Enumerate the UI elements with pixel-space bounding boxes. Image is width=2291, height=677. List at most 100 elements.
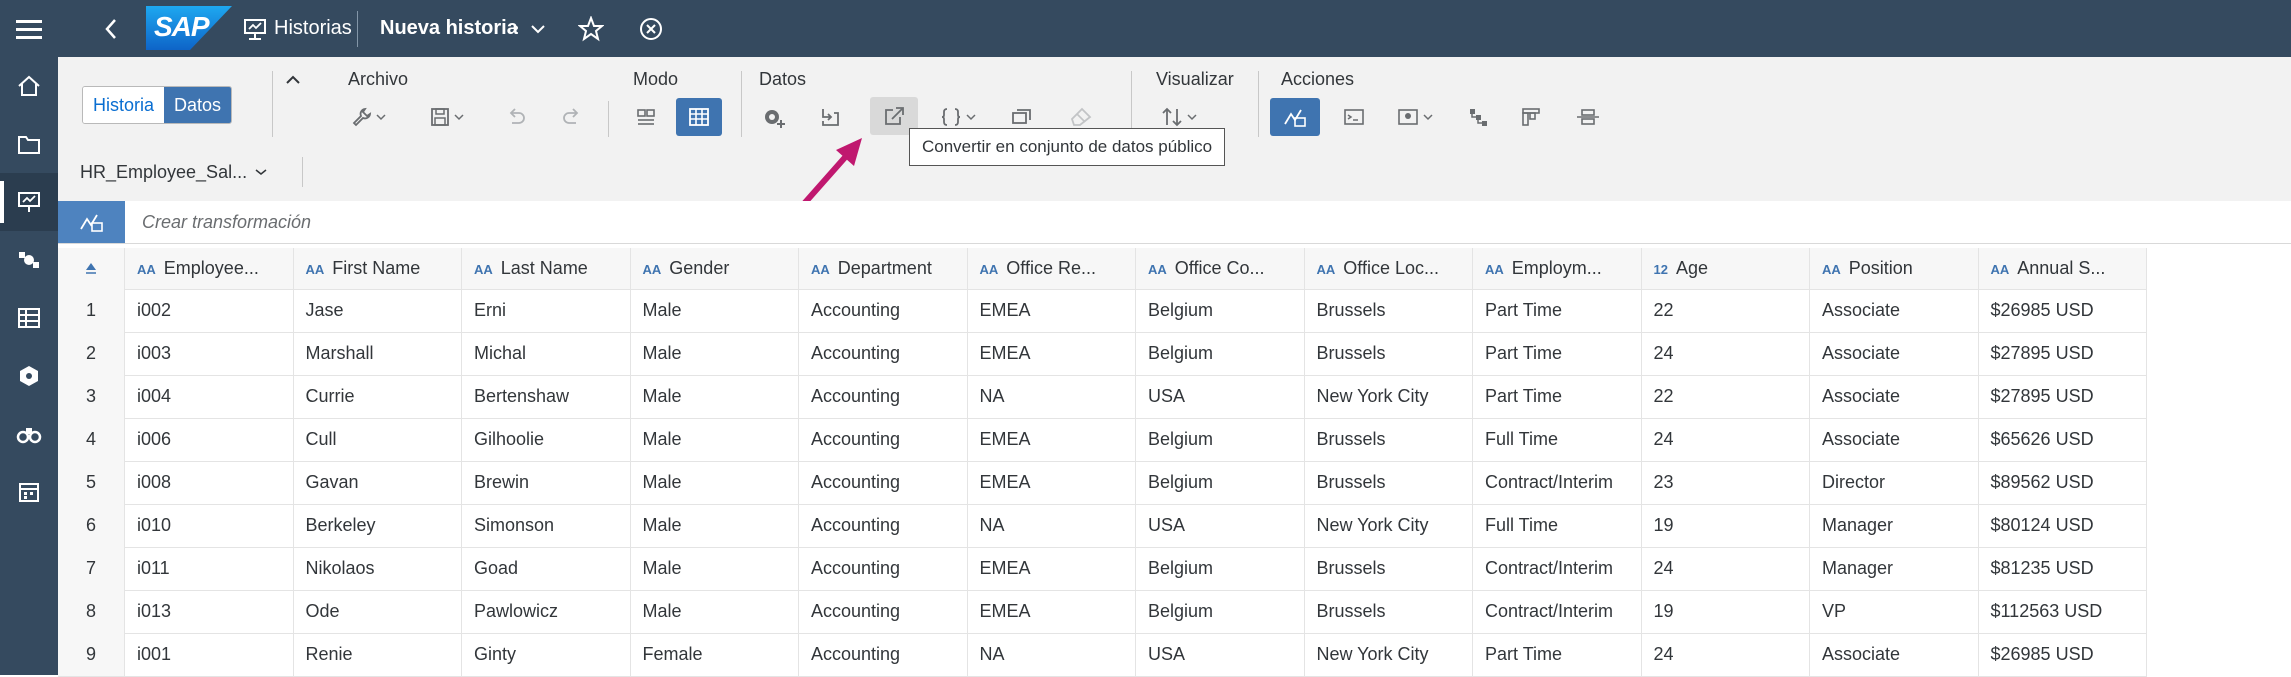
historia-toggle-button[interactable]: Historia [83, 87, 165, 123]
select-all-corner-icon[interactable] [58, 248, 125, 289]
table-cell[interactable]: Male [631, 461, 799, 504]
table-cell[interactable]: Associate [1810, 289, 1979, 332]
table-cell[interactable]: Accounting [799, 633, 968, 676]
table-cell[interactable]: Gavan [294, 461, 462, 504]
column-header[interactable]: AA Office Co... [1136, 248, 1305, 289]
table-cell[interactable]: $89562 USD [1979, 461, 2147, 504]
table-cell[interactable]: i013 [125, 590, 294, 633]
table-cell[interactable]: Currie [294, 375, 462, 418]
table-cell[interactable]: Belgium [1136, 332, 1305, 375]
table-cell[interactable]: i002 [125, 289, 294, 332]
column-header[interactable]: AA Position [1810, 248, 1979, 289]
table-cell[interactable]: Ginty [462, 633, 631, 676]
table-cell[interactable]: 19 [1642, 590, 1810, 633]
table-cell[interactable]: Male [631, 590, 799, 633]
table-cell[interactable]: 24 [1642, 332, 1810, 375]
table-cell[interactable]: Contract/Interim [1473, 547, 1642, 590]
files-folder-icon[interactable] [0, 115, 58, 173]
favorite-star-icon[interactable] [576, 14, 606, 44]
table-cell[interactable]: $81235 USD [1979, 547, 2147, 590]
table-cell[interactable]: USA [1136, 633, 1305, 676]
column-header[interactable]: AA Employm... [1473, 248, 1642, 289]
table-cell[interactable]: i001 [125, 633, 294, 676]
table-cell[interactable]: Associate [1810, 332, 1979, 375]
table-cell[interactable]: Manager [1810, 547, 1979, 590]
table-cell[interactable]: $26985 USD [1979, 289, 2147, 332]
table-cell[interactable]: Male [631, 547, 799, 590]
table-cell[interactable]: Full Time [1473, 504, 1642, 547]
create-transformation-input[interactable]: Crear transformación [142, 201, 311, 243]
table-cell[interactable]: Associate [1810, 418, 1979, 461]
table-cell[interactable]: Nikolaos [294, 547, 462, 590]
table-cell[interactable]: USA [1136, 504, 1305, 547]
row-number[interactable]: 9 [58, 633, 125, 676]
transformation-icon[interactable] [58, 201, 125, 243]
table-cell[interactable]: Director [1810, 461, 1979, 504]
table-cell[interactable]: 22 [1642, 289, 1810, 332]
table-cell[interactable]: Accounting [799, 332, 968, 375]
sap-logo[interactable]: SAP [146, 6, 232, 50]
story-title[interactable]: Nueva historia [380, 0, 518, 57]
table-cell[interactable]: i011 [125, 547, 294, 590]
column-header[interactable]: AA First Name [293, 248, 462, 289]
column-header[interactable]: 12 Age [1641, 248, 1810, 289]
table-cell[interactable]: NA [968, 633, 1136, 676]
row-number[interactable]: 7 [58, 547, 125, 590]
table-cell[interactable]: Full Time [1473, 418, 1642, 461]
column-header[interactable]: AA Annual S... [1978, 248, 2147, 289]
table-cell[interactable]: Michal [462, 332, 631, 375]
row-number[interactable]: 3 [58, 375, 125, 418]
undo-icon[interactable] [494, 99, 538, 135]
table-cell[interactable]: Accounting [799, 418, 968, 461]
table-cell[interactable]: 24 [1642, 418, 1810, 461]
row-number[interactable]: 8 [58, 590, 125, 633]
table-cell[interactable]: Ode [294, 590, 462, 633]
table-cell[interactable]: Accounting [799, 547, 968, 590]
table-cell[interactable]: USA [1136, 375, 1305, 418]
table-cell[interactable]: Part Time [1473, 289, 1642, 332]
table-cell[interactable]: Male [631, 504, 799, 547]
table-cell[interactable]: Accounting [799, 289, 968, 332]
datos-toggle-button[interactable]: Datos [164, 87, 232, 123]
table-cell[interactable]: Male [631, 289, 799, 332]
column-header[interactable]: AA Gender [630, 248, 799, 289]
app-name[interactable]: Historias [274, 0, 352, 57]
column-header[interactable]: AA Last Name [462, 248, 631, 289]
calendar-icon[interactable] [0, 463, 58, 521]
table-cell[interactable]: $26985 USD [1979, 633, 2147, 676]
table-cell[interactable]: Marshall [294, 332, 462, 375]
stories-nav-icon[interactable] [0, 173, 58, 231]
table-cell[interactable]: EMEA [968, 332, 1136, 375]
column-layout-icon[interactable] [1510, 99, 1554, 135]
row-number[interactable]: 2 [58, 332, 125, 375]
table-cell[interactable]: Bertenshaw [462, 375, 631, 418]
table-cell[interactable]: $65626 USD [1979, 418, 2147, 461]
geo-enrich-icon[interactable] [1388, 99, 1442, 135]
table-cell[interactable]: Part Time [1473, 375, 1642, 418]
table-cell[interactable]: Accounting [799, 504, 968, 547]
table-cell[interactable]: Brussels [1305, 289, 1473, 332]
table-cell[interactable]: Belgium [1136, 590, 1305, 633]
table-cell[interactable]: Brussels [1305, 418, 1473, 461]
table-cell[interactable]: EMEA [968, 590, 1136, 633]
table-cell[interactable]: New York City [1305, 375, 1473, 418]
table-cell[interactable]: EMEA [968, 418, 1136, 461]
table-cell[interactable]: Belgium [1136, 547, 1305, 590]
datasets-table-icon[interactable] [0, 289, 58, 347]
menu-icon[interactable] [12, 14, 46, 44]
save-icon[interactable] [422, 99, 472, 135]
import-data-icon[interactable] [808, 99, 852, 135]
table-cell[interactable]: Male [631, 418, 799, 461]
table-cell[interactable]: Goad [462, 547, 631, 590]
table-cell[interactable]: Part Time [1473, 633, 1642, 676]
table-cell[interactable]: Renie [294, 633, 462, 676]
table-cell[interactable]: NA [968, 504, 1136, 547]
table-cell[interactable]: Belgium [1136, 461, 1305, 504]
table-cell[interactable]: Male [631, 332, 799, 375]
table-cell[interactable]: Associate [1810, 375, 1979, 418]
column-header[interactable]: AA Employee... [125, 248, 294, 289]
table-cell[interactable]: Belgium [1136, 289, 1305, 332]
table-cell[interactable]: Cull [294, 418, 462, 461]
table-cell[interactable]: Brussels [1305, 547, 1473, 590]
add-data-icon[interactable] [752, 99, 796, 135]
